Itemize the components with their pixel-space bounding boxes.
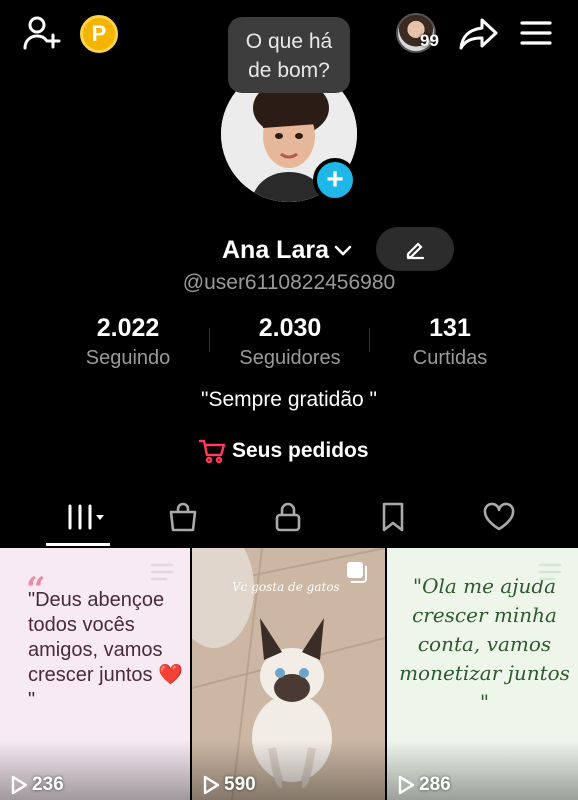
chevron-down-icon	[334, 245, 352, 256]
thumbnail-text: "Deus abençoe todos vocês amigos, vamos …	[28, 589, 183, 711]
lock-icon	[275, 502, 301, 532]
orders-label: Seus pedidos	[232, 439, 369, 462]
video-thumbnail[interactable]: "Ola me ajuda crescer minha conta, vamos…	[387, 548, 578, 800]
play-count: 236	[10, 774, 64, 796]
pencil-icon	[406, 242, 425, 260]
bubble-line-1: O que há	[245, 30, 333, 53]
menu-icon[interactable]	[518, 18, 554, 48]
bookmark-icon	[382, 502, 404, 532]
carousel-icon	[347, 562, 367, 583]
add-friend-icon[interactable]	[22, 14, 62, 52]
lines-icon	[150, 563, 174, 581]
lines-icon	[538, 563, 562, 581]
stat-divider	[209, 328, 210, 352]
shopping-bag-icon	[169, 502, 197, 532]
visitor-count: 99	[420, 31, 439, 50]
edit-profile-button[interactable]	[376, 227, 454, 271]
play-count: 590	[202, 774, 256, 796]
video-thumbnail[interactable]: “ "Deus abençoe todos vocês amigos, vamo…	[0, 548, 190, 800]
stat-label: Curtidas	[412, 347, 488, 369]
stat-divider	[369, 328, 370, 352]
play-icon	[203, 775, 220, 795]
stat-value: 2.022	[96, 314, 160, 342]
tab-videos[interactable]	[52, 492, 112, 542]
add-story-plus-icon[interactable]: +	[313, 158, 357, 202]
stat-label: Seguidores	[239, 347, 341, 369]
profile-name-switcher[interactable]: Ana Lara	[222, 232, 353, 268]
play-count-value: 286	[419, 774, 451, 795]
heart-icon	[483, 502, 515, 531]
coin-icon[interactable]: P	[80, 15, 118, 53]
profile-visitors-button[interactable]: 99	[396, 13, 446, 53]
coin-label: P	[91, 21, 107, 46]
tab-liked[interactable]	[476, 492, 522, 542]
profile-bio: "Sempre gratidão "	[201, 388, 377, 411]
stat-likes[interactable]: 131 Curtidas	[370, 314, 530, 370]
video-thumbnail[interactable]: Vc gosta de gatos 590	[192, 548, 385, 800]
play-icon	[11, 775, 28, 795]
play-count-value: 590	[224, 774, 256, 795]
stat-label: Seguindo	[85, 347, 171, 369]
share-icon[interactable]	[458, 16, 500, 52]
orders-link[interactable]: Seus pedidos	[198, 436, 369, 466]
thumbnail-caption: Vc gosta de gatos	[232, 580, 340, 594]
play-count-value: 236	[32, 774, 64, 795]
status-prompt-bubble[interactable]: O que há de bom?	[228, 17, 350, 93]
profile-stats: 2.022 Seguindo 2.030 Seguidores 131 Curt…	[0, 314, 578, 374]
tab-saved[interactable]	[370, 492, 416, 542]
stat-value: 131	[429, 314, 471, 342]
active-tab-indicator	[46, 543, 110, 546]
shopping-cart-icon	[198, 439, 226, 464]
play-count: 286	[397, 774, 451, 796]
username: @user6110822456980	[182, 271, 396, 294]
stat-value: 2.030	[258, 314, 322, 342]
bubble-line-2: de bom?	[248, 59, 330, 82]
play-icon	[398, 775, 415, 795]
video-grid: “ "Deus abençoe todos vocês amigos, vamo…	[0, 548, 578, 800]
grid-icon	[68, 504, 104, 530]
profile-name: Ana Lara	[222, 235, 329, 264]
tab-shop[interactable]	[160, 492, 206, 542]
thumbnail-text: "Ola me ajuda crescer minha conta, vamos…	[399, 574, 570, 714]
stat-following[interactable]: 2.022 Seguindo	[48, 314, 208, 370]
profile-tabs	[0, 492, 578, 548]
tab-private[interactable]	[265, 492, 311, 542]
stat-followers[interactable]: 2.030 Seguidores	[210, 314, 370, 370]
